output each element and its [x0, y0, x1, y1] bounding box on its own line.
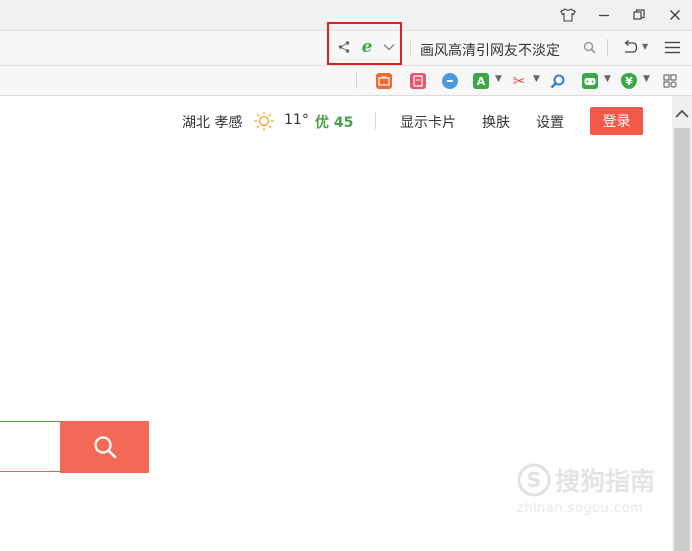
scrollbar-thumb[interactable] [674, 128, 690, 551]
change-skin-link[interactable]: 换肤 [482, 112, 510, 132]
divider [375, 112, 376, 129]
minimize-icon[interactable] [593, 4, 615, 26]
divider [356, 73, 357, 89]
watermark-brand: 搜狗指南 [555, 467, 656, 496]
settings-link[interactable]: 设置 [536, 112, 564, 132]
skin-shirt-icon[interactable] [557, 4, 579, 26]
watermark: S 搜狗指南 zhinan.sogou.com [517, 462, 655, 516]
apps-grid-icon[interactable] [662, 73, 678, 89]
tv-icon[interactable] [376, 73, 392, 89]
undo-icon[interactable] [621, 39, 639, 55]
air-quality[interactable]: 优 45 [315, 112, 353, 132]
weather-city[interactable]: 湖北 孝感 [182, 112, 242, 132]
scroll-up-arrow-icon[interactable] [674, 104, 690, 122]
translate-icon[interactable]: A [473, 73, 489, 89]
block-ads-icon[interactable] [442, 73, 458, 89]
search-icon[interactable] [582, 40, 596, 54]
gamepad-icon[interactable] [582, 73, 598, 89]
sogou-logo-icon: S [517, 463, 551, 497]
scissors-icon[interactable]: ✂ [511, 72, 527, 90]
sun-icon [253, 110, 275, 132]
novel-book-icon[interactable] [410, 73, 426, 89]
translate-caret-icon[interactable]: ▼ [495, 74, 502, 84]
divider [607, 39, 608, 56]
gamepad-caret-icon[interactable]: ▼ [604, 74, 611, 84]
payment-caret-icon[interactable]: ▼ [643, 74, 650, 84]
scissors-caret-icon[interactable]: ▼ [533, 74, 540, 84]
menu-icon[interactable] [663, 39, 681, 55]
search-input[interactable] [0, 421, 60, 472]
divider [410, 39, 411, 56]
watermark-url: zhinan.sogou.com [517, 501, 644, 516]
magnifier-icon[interactable] [549, 73, 565, 89]
login-button[interactable]: 登录 [590, 107, 643, 135]
search-suggestion-text[interactable]: 画风高清引网友不淡定 [420, 40, 560, 60]
weather-temperature[interactable]: 11° [284, 112, 309, 128]
highlight-box [327, 22, 402, 65]
undo-caret-icon[interactable]: ▼ [642, 42, 648, 51]
search-button[interactable] [60, 421, 149, 473]
svg-text:S: S [527, 468, 541, 492]
restore-icon[interactable] [628, 4, 650, 26]
close-icon[interactable] [664, 4, 686, 26]
show-card-link[interactable]: 显示卡片 [400, 112, 456, 132]
search-icon [93, 436, 116, 459]
